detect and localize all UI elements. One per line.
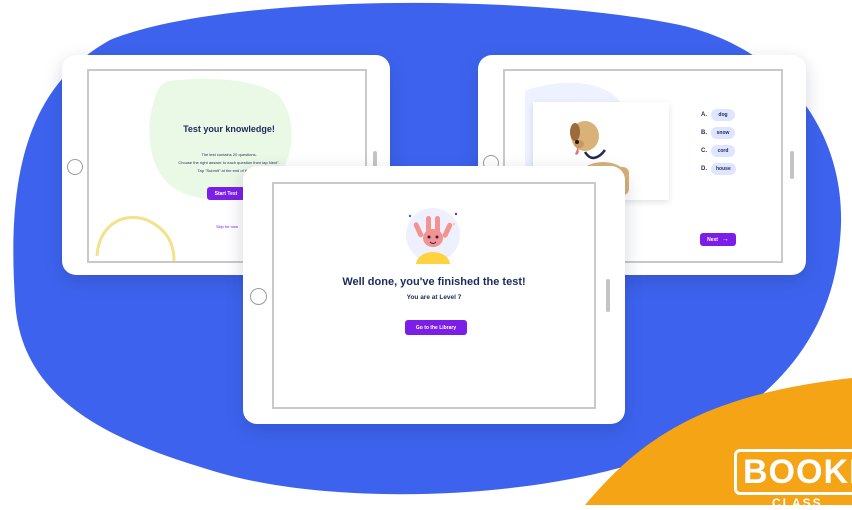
option-pill[interactable]: snow [711,127,735,139]
option-a[interactable]: A. dog [701,109,735,121]
instruction-line: The test contains 20 questions. [201,152,257,157]
go-to-library-button[interactable]: Go to the Library [405,320,467,335]
logo-text: BOOKR [743,453,852,491]
bookr-logo: BOOKR [734,449,852,495]
level-text: You are at Level 7 [406,294,462,301]
home-button[interactable] [67,159,83,175]
next-label: Next [707,236,718,243]
option-pill[interactable]: house [711,163,736,175]
side-button [606,279,610,312]
home-button[interactable] [250,288,267,305]
test-title: Test your knowledge! [183,124,275,134]
completion-heading: Well done, you've finished the test! [342,276,526,288]
logo-subtext: CLASS [772,496,823,510]
side-button [790,151,794,179]
center-tablet: Well done, you've finished the test! You… [243,166,625,424]
option-d[interactable]: D. house [701,163,736,175]
center-screen: Well done, you've finished the test! You… [272,182,596,409]
arrow-right-icon: → [721,236,729,243]
next-button[interactable]: Next → [700,233,736,246]
option-pill[interactable]: dog [711,109,735,121]
option-c[interactable]: C. cord [701,145,735,157]
option-b[interactable]: B. snow [701,127,735,139]
happy-bunny-illustration [406,208,460,264]
start-test-button[interactable]: Start Test [207,187,245,200]
option-pill[interactable]: cord [711,145,735,157]
